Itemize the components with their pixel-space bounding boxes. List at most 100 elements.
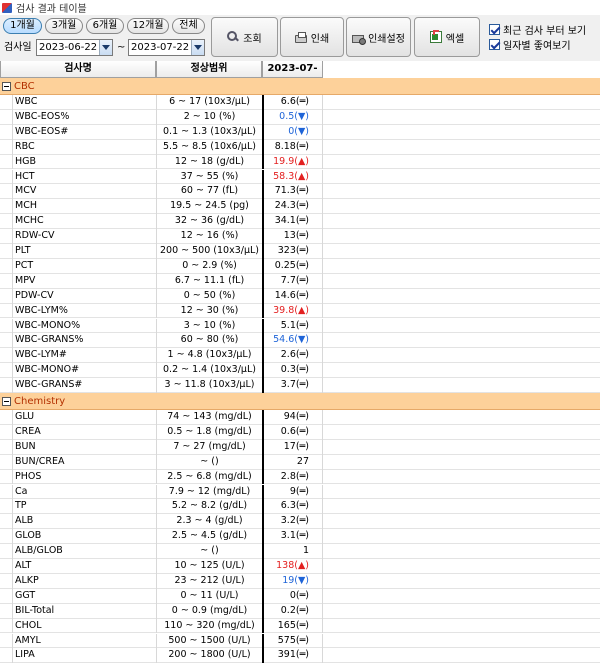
result-cell: 6.3(═) [262, 499, 323, 515]
result-cell: 0.6(═) [262, 424, 323, 440]
col-header-range[interactable]: 정상범위 [156, 61, 262, 78]
test-name-cell: ALB/GLOB [12, 544, 156, 559]
normal-range-cell: 12 ~ 30 (%) [156, 303, 262, 319]
test-name-cell: ALKP [12, 573, 156, 589]
table-row[interactable]: WBC-LYM% 12 ~ 30 (%) 39.8(▲) [0, 303, 600, 319]
table-row[interactable]: PLT 200 ~ 500 (10x3/µL) 323(═) [0, 244, 600, 259]
table-row[interactable]: RBC 5.5 ~ 8.5 (10x6/µL) 8.18(═) [0, 139, 600, 155]
excel-icon [429, 30, 442, 43]
normal-range-cell: 2.5 ~ 6.8 (mg/dL) [156, 469, 262, 485]
period-12month-button[interactable]: 12개월 [127, 18, 169, 34]
normal-range-cell: 6.7 ~ 11.1 (fL) [156, 273, 262, 289]
result-cell: 19(▼) [262, 573, 323, 589]
table-row[interactable]: WBC-GRANS% 60 ~ 80 (%) 54.6(▼) [0, 333, 600, 349]
table-row[interactable]: WBC-GRANS# 3 ~ 11.8 (10x3/µL) 3.7(═) [0, 378, 600, 393]
test-name-cell: RBC [12, 139, 156, 155]
normal-range-cell: 0.1 ~ 1.3 (10x3/µL) [156, 124, 262, 140]
table-row[interactable]: PCT 0 ~ 2.9 (%) 0.25(═) [0, 258, 600, 274]
table-row[interactable]: GGT 0 ~ 11 (U/L) 0(═) [0, 588, 600, 604]
excel-button[interactable]: 엑셀 [414, 17, 480, 57]
print-button[interactable]: 인쇄 [280, 17, 344, 57]
normal-range-cell: 2 ~ 10 (%) [156, 109, 262, 125]
title-bar: 검사 결과 테이블 [0, 0, 600, 15]
table-row[interactable]: HGB 12 ~ 18 (g/dL) 19.9(▲) [0, 154, 600, 170]
test-name-cell: HGB [12, 154, 156, 170]
result-cell: 2.8(═) [262, 469, 323, 485]
table-row[interactable]: WBC-EOS# 0.1 ~ 1.3 (10x3/µL) 0(▼) [0, 124, 600, 140]
collapse-by-date-checkbox[interactable]: 일자별 좋여보기 [489, 38, 571, 52]
table-row[interactable]: WBC-MONO% 3 ~ 10 (%) 5.1(═) [0, 318, 600, 334]
result-cell: 24.3(═) [262, 199, 323, 215]
table-row[interactable]: CREA 0.5 ~ 1.8 (mg/dL) 0.6(═) [0, 424, 600, 440]
table-row[interactable]: WBC-MONO# 0.2 ~ 1.4 (10x3/µL) 0.3(═) [0, 363, 600, 379]
test-name-cell: PDW-CV [12, 288, 156, 304]
test-name-cell: LIPA [12, 648, 156, 664]
result-cell: 17(═) [262, 439, 323, 455]
result-cell: 39.8(▲) [262, 303, 323, 319]
table-row[interactable]: GLU 74 ~ 143 (mg/dL) 94(═) [0, 410, 600, 425]
table-row[interactable]: Ca 7.9 ~ 12 (mg/dL) 9(═) [0, 484, 600, 500]
table-row[interactable]: TP 5.2 ~ 8.2 (g/dL) 6.3(═) [0, 499, 600, 515]
test-name-cell: WBC-EOS% [12, 109, 156, 125]
date-to-picker[interactable]: 2023-07-22 [128, 39, 205, 56]
result-cell: 0.2(═) [262, 603, 323, 619]
window-title: 검사 결과 테이블 [16, 4, 87, 15]
table-row[interactable]: PHOS 2.5 ~ 6.8 (mg/dL) 2.8(═) [0, 469, 600, 485]
table-row[interactable]: WBC 6 ~ 17 (10x3/µL) 6.6(═) [0, 95, 600, 110]
normal-range-cell: 5.2 ~ 8.2 (g/dL) [156, 499, 262, 515]
recent-first-checkbox[interactable]: 최근 검사 부터 보기 [489, 23, 586, 37]
table-row[interactable]: BIL-Total 0 ~ 0.9 (mg/dL) 0.2(═) [0, 603, 600, 619]
normal-range-cell: 0 ~ 11 (U/L) [156, 588, 262, 604]
normal-range-cell: 5.5 ~ 8.5 (10x6/µL) [156, 139, 262, 155]
checkbox-checked-icon[interactable] [489, 24, 500, 35]
test-name-cell: WBC-MONO# [12, 363, 156, 379]
col-header-name[interactable]: 검사명 [0, 61, 156, 78]
normal-range-cell: 74 ~ 143 (mg/dL) [156, 410, 262, 425]
col-header-date[interactable]: 2023-07-22 [262, 61, 323, 90]
period-6month-button[interactable]: 6개월 [86, 18, 124, 34]
period-3month-button[interactable]: 3개월 [45, 18, 83, 34]
table-row[interactable]: WBC-LYM# 1 ~ 4.8 (10x3/µL) 2.6(═) [0, 348, 600, 364]
table-row[interactable]: RDW-CV 12 ~ 16 (%) 13(═) [0, 229, 600, 244]
checkbox-checked-icon[interactable] [489, 39, 500, 50]
table-row[interactable]: BUN/CREA ~ () 27 [0, 454, 600, 470]
search-button[interactable]: 조회 [211, 17, 278, 57]
test-name-cell: ALT [12, 559, 156, 574]
period-1month-button[interactable]: 1개월 [3, 18, 42, 34]
result-cell: 54.6(▼) [262, 333, 323, 349]
test-name-cell: WBC-MONO% [12, 318, 156, 334]
chevron-down-icon[interactable] [99, 40, 112, 55]
group-row[interactable]: Chemistry [0, 393, 600, 410]
table-row[interactable]: PDW-CV 0 ~ 50 (%) 14.6(═) [0, 288, 600, 304]
table-row[interactable]: ALKP 23 ~ 212 (U/L) 19(▼) [0, 573, 600, 589]
table-row[interactable]: AMYL 500 ~ 1500 (U/L) 575(═) [0, 633, 600, 649]
table-row[interactable]: CHOL 110 ~ 320 (mg/dL) 165(═) [0, 618, 600, 634]
table-row[interactable]: MPV 6.7 ~ 11.1 (fL) 7.7(═) [0, 273, 600, 289]
result-cell: 7.7(═) [262, 273, 323, 289]
test-name-cell: TP [12, 499, 156, 515]
table-row[interactable]: WBC-EOS% 2 ~ 10 (%) 0.5(▼) [0, 109, 600, 125]
result-cell: 14.6(═) [262, 288, 323, 304]
collapse-icon[interactable] [2, 397, 11, 406]
chevron-down-icon[interactable] [191, 40, 204, 55]
table-row[interactable]: MCV 60 ~ 77 (fL) 71.3(═) [0, 184, 600, 200]
table-row[interactable]: MCHC 32 ~ 36 (g/dL) 34.1(═) [0, 214, 600, 230]
table-row[interactable]: ALB 2.3 ~ 4 (g/dL) 3.2(═) [0, 514, 600, 530]
table-row[interactable]: ALT 10 ~ 125 (U/L) 138(▲) [0, 559, 600, 574]
table-row[interactable]: MCH 19.5 ~ 24.5 (pg) 24.3(═) [0, 199, 600, 215]
table-row[interactable]: GLOB 2.5 ~ 4.5 (g/dL) 3.1(═) [0, 529, 600, 545]
table-row[interactable]: ALB/GLOB ~ () 1 [0, 544, 600, 559]
normal-range-cell: 110 ~ 320 (mg/dL) [156, 618, 262, 634]
group-row[interactable]: CBC [0, 78, 600, 95]
result-cell: 391(═) [262, 648, 323, 664]
period-all-button[interactable]: 전체 [172, 18, 205, 34]
collapse-icon[interactable] [2, 82, 11, 91]
table-row[interactable]: HCT 37 ~ 55 (%) 58.3(▲) [0, 169, 600, 185]
date-from-picker[interactable]: 2023-06-22 [36, 39, 113, 56]
result-cell: 0.5(▼) [262, 109, 323, 125]
normal-range-cell: 19.5 ~ 24.5 (pg) [156, 199, 262, 215]
table-row[interactable]: BUN 7 ~ 27 (mg/dL) 17(═) [0, 439, 600, 455]
normal-range-cell: 12 ~ 16 (%) [156, 229, 262, 244]
table-row[interactable]: LIPA 200 ~ 1800 (U/L) 391(═) [0, 648, 600, 664]
print-settings-button[interactable]: 인쇄설정 [346, 17, 411, 57]
